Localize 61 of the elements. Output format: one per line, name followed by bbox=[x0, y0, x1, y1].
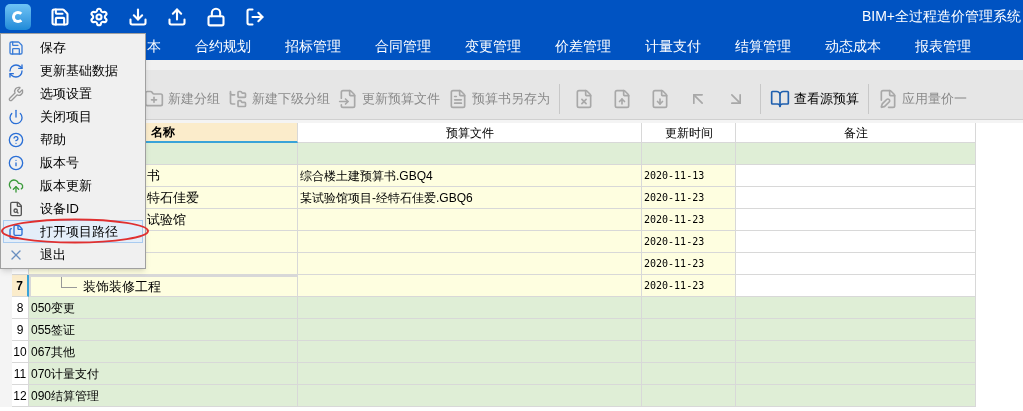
toolbar-button[interactable]: 查看源预算 bbox=[766, 81, 863, 116]
exit-icon[interactable] bbox=[245, 6, 265, 27]
nav-tab[interactable]: 变更管理 bbox=[448, 33, 538, 60]
table-cell: 070计量支付 bbox=[29, 363, 298, 385]
tools-icon bbox=[8, 85, 24, 102]
settings-icon[interactable] bbox=[89, 6, 109, 27]
table-cell: 2020-11-13 bbox=[642, 165, 736, 187]
nav-tab[interactable]: 合约规划 bbox=[178, 33, 268, 60]
row-number: 9 bbox=[12, 319, 29, 341]
table-cell: 某试验馆项目-经特石佳爱.GBQ6 bbox=[298, 187, 642, 209]
table-cell: 综合楼土建预算书.GBQ4 bbox=[298, 165, 642, 187]
document-icon bbox=[448, 88, 468, 109]
table-cell: 2020-11-23 bbox=[642, 187, 736, 209]
nav-tab[interactable]: 结算管理 bbox=[718, 33, 808, 60]
refresh-icon bbox=[8, 62, 24, 79]
folder-tree-icon bbox=[228, 88, 248, 109]
table-cell: 050变更 bbox=[29, 297, 298, 319]
table-cell: 090结算管理 bbox=[29, 385, 298, 407]
document-edit-icon bbox=[878, 88, 898, 109]
upload-icon[interactable] bbox=[167, 6, 187, 27]
file-update-icon bbox=[338, 88, 358, 109]
menu-item[interactable]: 退出 bbox=[3, 243, 143, 266]
table-cell: 2020-11-23 bbox=[642, 209, 736, 231]
app-logo-icon[interactable] bbox=[5, 3, 31, 30]
nav-tab[interactable]: 动态成本 bbox=[808, 33, 898, 60]
nav-tab[interactable]: 价差管理 bbox=[538, 33, 628, 60]
table-cell: 2020-11-23 bbox=[642, 231, 736, 253]
nav-tab[interactable]: 报表管理 bbox=[898, 33, 988, 60]
save-icon[interactable] bbox=[50, 6, 70, 27]
documents-icon bbox=[8, 223, 24, 240]
window-title: BIM+全过程造价管理系统 bbox=[861, 7, 1021, 26]
nav-tab[interactable]: 本 bbox=[147, 33, 178, 60]
help-icon bbox=[8, 131, 24, 148]
menu-item[interactable]: 更新基础数据 bbox=[3, 59, 143, 82]
table-cell: 2020-11-23 bbox=[642, 275, 736, 297]
row-number: 10 bbox=[12, 341, 29, 363]
document-down-icon bbox=[650, 88, 670, 109]
save-icon bbox=[8, 39, 24, 56]
table-cell: 装饰装修工程 bbox=[29, 275, 298, 297]
cloud-icon bbox=[8, 177, 24, 194]
notebook-icon bbox=[770, 88, 790, 109]
table-cell: 2020-11-23 bbox=[642, 253, 736, 275]
download-icon[interactable] bbox=[128, 6, 148, 27]
menu-item[interactable]: 保存 bbox=[3, 36, 143, 59]
lock-icon[interactable] bbox=[206, 6, 226, 27]
menu-item[interactable]: 选项设置 bbox=[3, 82, 143, 105]
nav-tab[interactable]: 招标管理 bbox=[268, 33, 358, 60]
table-cell: 055签证 bbox=[29, 319, 298, 341]
row-number: 11 bbox=[12, 363, 29, 385]
row-number: 7 bbox=[12, 275, 29, 297]
nav-tab[interactable]: 计量支付 bbox=[628, 33, 718, 60]
info-icon bbox=[8, 154, 24, 171]
search-icon bbox=[8, 200, 24, 217]
tree-line bbox=[61, 277, 77, 288]
row-number: 12 bbox=[12, 385, 29, 407]
document-delete-icon bbox=[574, 88, 594, 109]
row-number: 8 bbox=[12, 297, 29, 319]
document-up-icon bbox=[612, 88, 632, 109]
power-icon bbox=[8, 108, 24, 125]
nav-tab[interactable]: 合同管理 bbox=[358, 33, 448, 60]
table-cell: 067其他 bbox=[29, 341, 298, 363]
